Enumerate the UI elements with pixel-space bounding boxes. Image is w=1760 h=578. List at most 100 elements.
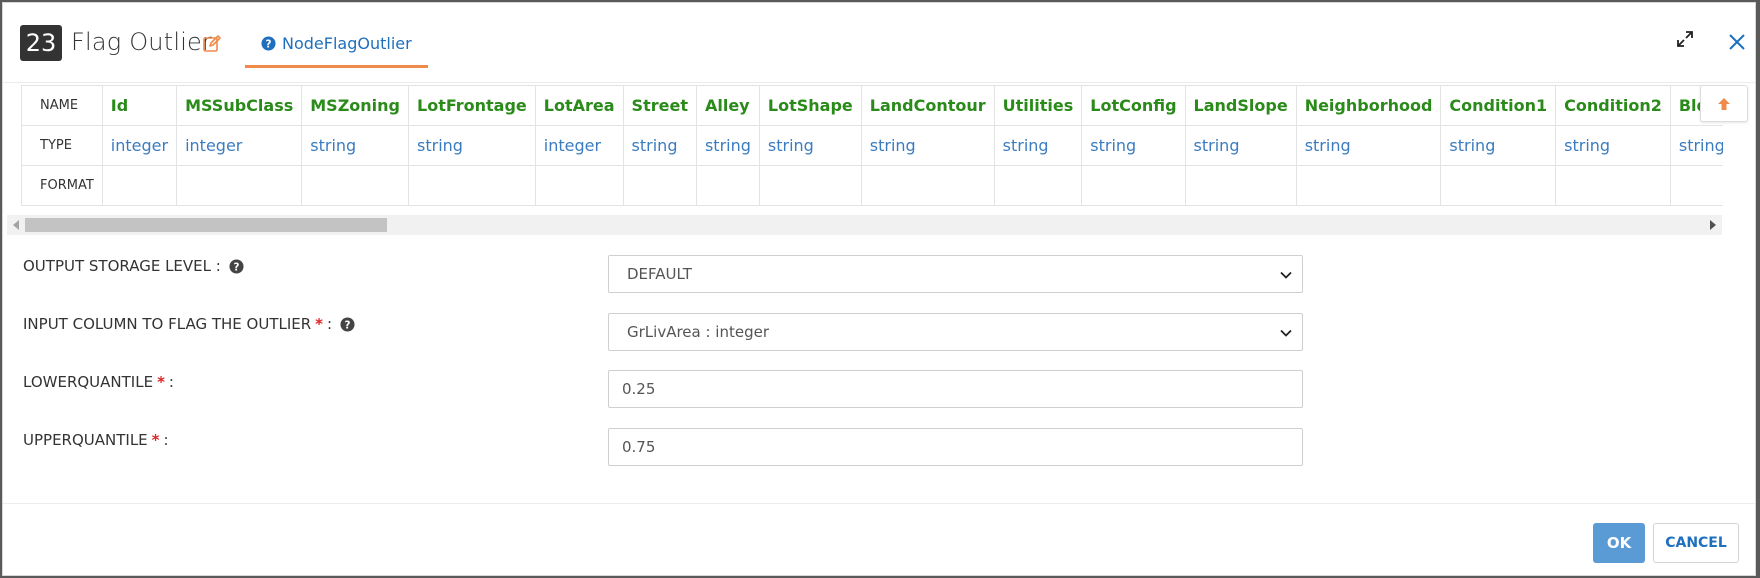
schema-row-label: TYPE bbox=[21, 125, 103, 166]
column-type-cell: string bbox=[993, 125, 1083, 166]
schema-table-container: NAME Id MSSubClass MSZoning LotFrontage LotAr… bbox=[21, 85, 1723, 207]
scrollbar-thumb[interactable] bbox=[25, 218, 387, 232]
upper-quantile-label: UPPERQUANTILE * : bbox=[23, 431, 169, 449]
storage-level-label: OUTPUT STORAGE LEVEL : ? bbox=[23, 257, 244, 275]
column-name-cell: Condition1 bbox=[1440, 85, 1557, 126]
node-title: Flag Outlier bbox=[71, 28, 213, 56]
input-column-select[interactable]: GrLivArea : integer bbox=[608, 313, 1303, 351]
column-type-cell: integer bbox=[176, 125, 303, 166]
help-circle-icon[interactable]: ? bbox=[229, 258, 244, 274]
footer-divider bbox=[3, 503, 1755, 504]
cancel-button[interactable]: CANCEL bbox=[1653, 523, 1739, 563]
schema-row-label: NAME bbox=[21, 85, 103, 126]
column-format-cell bbox=[1440, 165, 1557, 206]
column-name-cell: LandSlope bbox=[1184, 85, 1297, 126]
column-format-cell bbox=[993, 165, 1083, 206]
column-format-cell bbox=[534, 165, 624, 206]
storage-level-label-text: OUTPUT STORAGE LEVEL : bbox=[23, 257, 221, 275]
column-name-cell: LandContour bbox=[860, 85, 995, 126]
storage-level-select[interactable]: DEFAULT bbox=[608, 255, 1303, 293]
svg-text:?: ? bbox=[345, 319, 351, 331]
schema-row-name: NAME Id MSSubClass MSZoning LotFrontage LotAr… bbox=[21, 85, 1723, 126]
column-name-cell: Utilities bbox=[993, 85, 1083, 126]
column-type-cell: string bbox=[1295, 125, 1442, 166]
label-colon: : bbox=[163, 431, 169, 449]
required-asterisk: * bbox=[315, 315, 324, 333]
column-format-cell bbox=[758, 165, 862, 206]
column-name-cell: Alley bbox=[695, 85, 760, 126]
arrow-up-icon bbox=[1718, 97, 1730, 110]
column-format-cell bbox=[408, 165, 536, 206]
storage-level-value: DEFAULT bbox=[627, 265, 692, 283]
upper-quantile-input[interactable]: 0.75 bbox=[608, 428, 1303, 466]
column-type-cell: integer bbox=[101, 125, 178, 166]
help-tab-label: NodeFlagOutlier bbox=[282, 33, 412, 53]
column-name-cell: LotShape bbox=[758, 85, 862, 126]
column-name-cell: Neighborhood bbox=[1295, 85, 1442, 126]
column-format-cell bbox=[860, 165, 995, 206]
schema-row-type: TYPE integer integer string string integer str… bbox=[21, 125, 1723, 166]
lower-quantile-value: 0.25 bbox=[622, 380, 656, 398]
column-name-cell: Condition2 bbox=[1555, 85, 1671, 126]
column-format-cell bbox=[1081, 165, 1186, 206]
svg-text:?: ? bbox=[233, 261, 239, 273]
input-column-label: INPUT COLUMN TO FLAG THE OUTLIER * : ? bbox=[23, 315, 355, 333]
column-type-cell: string bbox=[1669, 125, 1723, 166]
chevron-down-icon bbox=[1280, 271, 1292, 279]
column-format-cell bbox=[695, 165, 760, 206]
column-type-cell: string bbox=[860, 125, 995, 166]
close-icon[interactable] bbox=[1727, 32, 1747, 52]
column-name-cell: Street bbox=[622, 85, 697, 126]
flag-outlier-dialog: 23 Flag Outlier ? NodeFlagOutlier NAME Id… bbox=[2, 2, 1756, 576]
chevron-down-icon bbox=[1280, 329, 1292, 337]
column-type-cell: string bbox=[1184, 125, 1297, 166]
column-format-cell bbox=[622, 165, 697, 206]
help-circle-icon[interactable]: ? bbox=[340, 316, 355, 332]
ok-button[interactable]: OK bbox=[1593, 523, 1645, 563]
input-column-value: GrLivArea : integer bbox=[627, 323, 770, 341]
column-type-cell: string bbox=[1555, 125, 1671, 166]
column-format-cell bbox=[1295, 165, 1442, 206]
column-name-cell: LotArea bbox=[534, 85, 624, 126]
column-type-cell: string bbox=[1440, 125, 1557, 166]
scroll-left-arrow[interactable] bbox=[13, 220, 19, 230]
lower-quantile-label-text: LOWERQUANTILE bbox=[23, 373, 154, 391]
column-type-cell: string bbox=[622, 125, 697, 166]
scroll-top-button[interactable] bbox=[1700, 85, 1748, 122]
upper-quantile-label-text: UPPERQUANTILE bbox=[23, 431, 148, 449]
lower-quantile-input[interactable]: 0.25 bbox=[608, 370, 1303, 408]
column-format-cell bbox=[176, 165, 303, 206]
required-asterisk: * bbox=[151, 431, 160, 449]
column-format-cell bbox=[1555, 165, 1671, 206]
column-format-cell bbox=[301, 165, 410, 206]
horizontal-scrollbar[interactable] bbox=[7, 215, 1722, 235]
question-circle-icon: ? bbox=[261, 35, 276, 51]
required-asterisk: * bbox=[157, 373, 165, 391]
expand-icon[interactable] bbox=[1676, 30, 1694, 48]
column-type-cell: string bbox=[301, 125, 410, 166]
edit-icon[interactable] bbox=[202, 34, 222, 54]
column-format-cell bbox=[1184, 165, 1297, 206]
schema-row-format: FORMAT bbox=[21, 165, 1723, 206]
column-type-cell: integer bbox=[534, 125, 624, 166]
upper-quantile-value: 0.75 bbox=[622, 438, 656, 456]
schema-row-label: FORMAT bbox=[21, 165, 103, 206]
input-column-label-text: INPUT COLUMN TO FLAG THE OUTLIER bbox=[23, 315, 312, 333]
column-name-cell: Id bbox=[101, 85, 178, 126]
label-colon: : bbox=[168, 373, 174, 391]
column-type-cell: string bbox=[695, 125, 760, 166]
schema-table: NAME Id MSSubClass MSZoning LotFrontage LotAr… bbox=[21, 85, 1723, 206]
column-type-cell: string bbox=[408, 125, 536, 166]
column-format-cell bbox=[1669, 165, 1723, 206]
column-type-cell: string bbox=[758, 125, 862, 166]
column-name-cell: LotConfig bbox=[1081, 85, 1186, 126]
lower-quantile-label: LOWERQUANTILE * : bbox=[23, 373, 174, 391]
svg-text:?: ? bbox=[266, 38, 272, 50]
column-type-cell: string bbox=[1081, 125, 1186, 166]
column-format-cell bbox=[101, 165, 178, 206]
node-number-badge: 23 bbox=[20, 25, 62, 61]
column-name-cell: LotFrontage bbox=[408, 85, 536, 126]
tab-node-help[interactable]: ? NodeFlagOutlier bbox=[245, 21, 428, 68]
column-name-cell: MSZoning bbox=[301, 85, 410, 126]
scroll-right-arrow[interactable] bbox=[1710, 220, 1716, 230]
